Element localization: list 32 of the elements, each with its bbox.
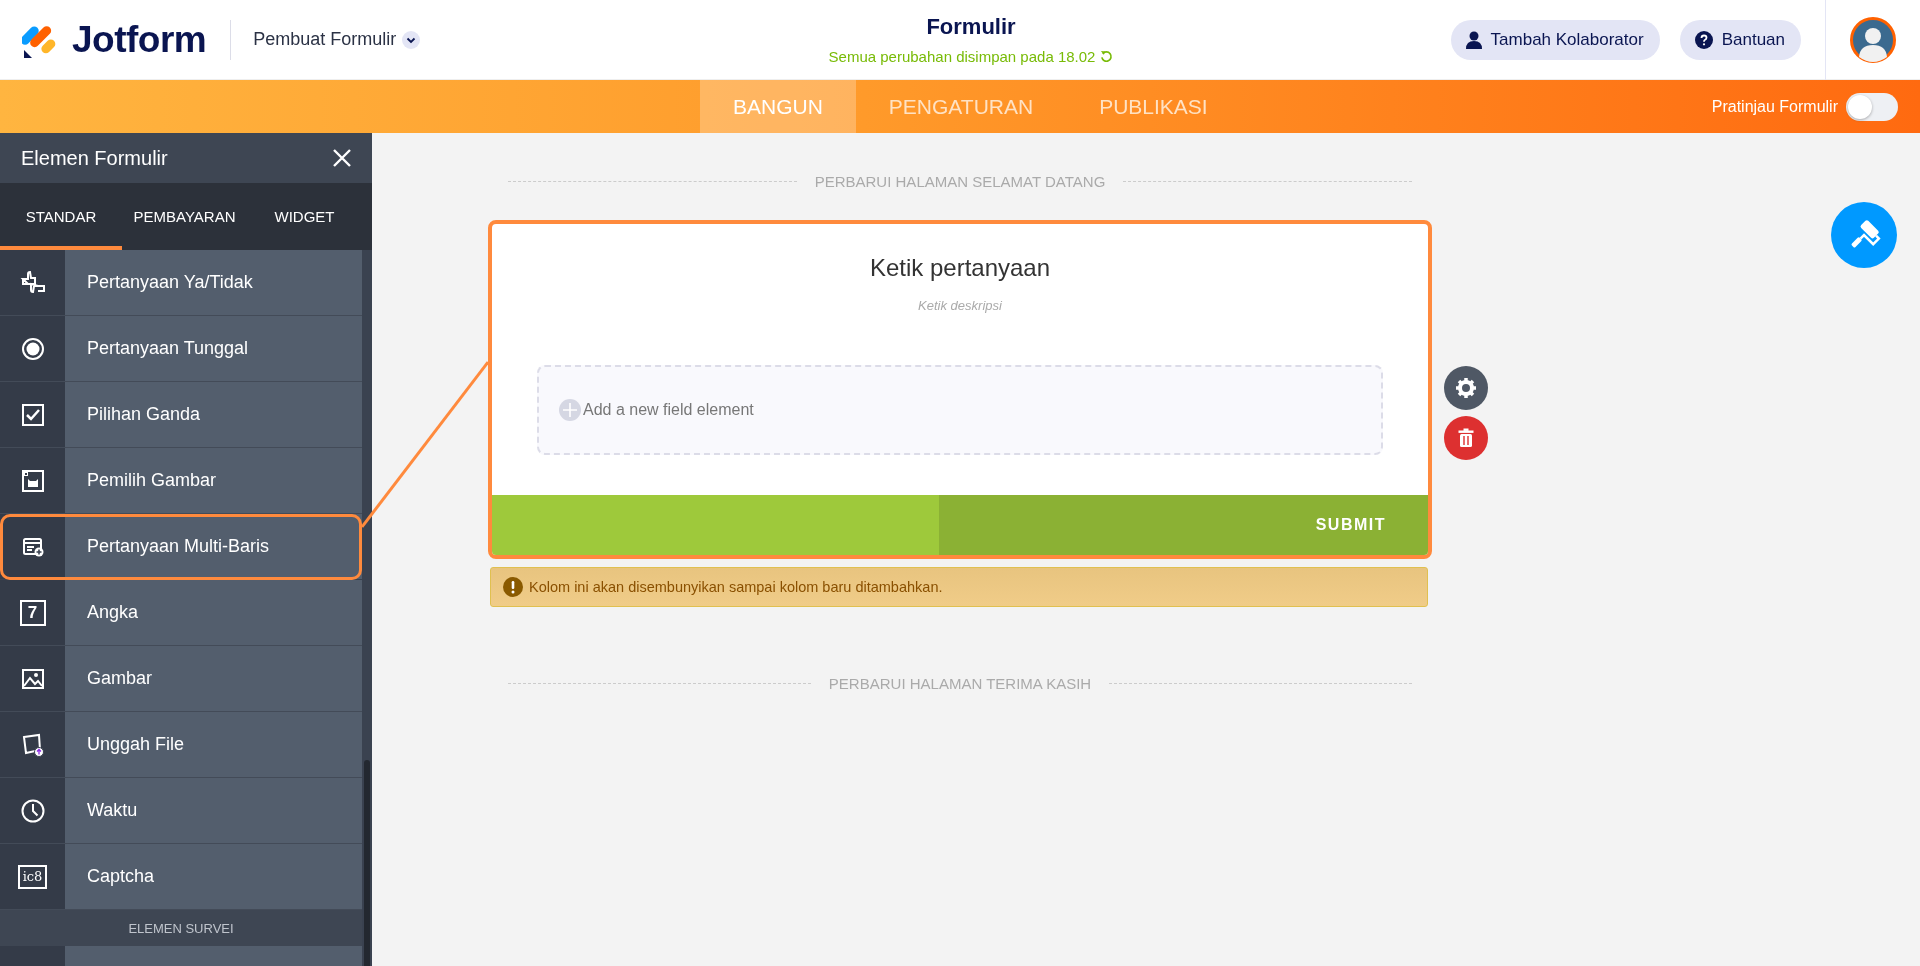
partial-list-item[interactable]: [0, 946, 362, 966]
person-icon: [1465, 30, 1482, 49]
panel-title: Elemen Formulir: [21, 146, 168, 170]
warning-text: Kolom ini akan disembunyikan sampai kolom baru ditambahkan.: [529, 579, 943, 595]
panel-tab[interactable]: PEMBAYARAN: [122, 183, 247, 250]
add-field-area[interactable]: Add a new field element: [537, 365, 1383, 455]
plus-icon: [559, 399, 581, 421]
radio-icon: [19, 335, 46, 362]
settings-icon: [1444, 366, 1488, 410]
avatar-icon: [1850, 16, 1896, 63]
close-icon: [332, 148, 352, 168]
refresh-icon: [1100, 50, 1114, 63]
preview-label: Pratinjau Formulir: [1711, 97, 1838, 116]
panel-tab[interactable]: WIDGET: [247, 183, 362, 250]
delete-icon: [1444, 416, 1488, 460]
form-title[interactable]: Formulir: [926, 14, 1016, 40]
logo-text: Jotform: [72, 18, 207, 61]
question-title[interactable]: Ketik pertanyaan: [869, 254, 1051, 282]
add-collaborator-button[interactable]: Tambah Kolaborator: [1450, 19, 1660, 60]
help-icon: [1694, 30, 1713, 49]
captcha-icon: ic8: [17, 864, 48, 889]
preview-toggle[interactable]: [1846, 92, 1898, 121]
section-heading: ELEMEN SURVEI: [0, 910, 362, 946]
save-status: Semua perubahan disimpan pada 18.02: [828, 48, 1096, 65]
checkbox-icon: [19, 401, 46, 428]
clock-icon: [19, 797, 46, 824]
number-icon: 7: [19, 599, 46, 626]
exclamation-icon: [503, 577, 523, 597]
help-button[interactable]: Bantuan: [1679, 19, 1801, 60]
paint-roller-icon: [1831, 202, 1897, 268]
chevron-down-icon: [402, 30, 421, 49]
app-menu[interactable]: Pembuat Formulir: [253, 29, 421, 50]
